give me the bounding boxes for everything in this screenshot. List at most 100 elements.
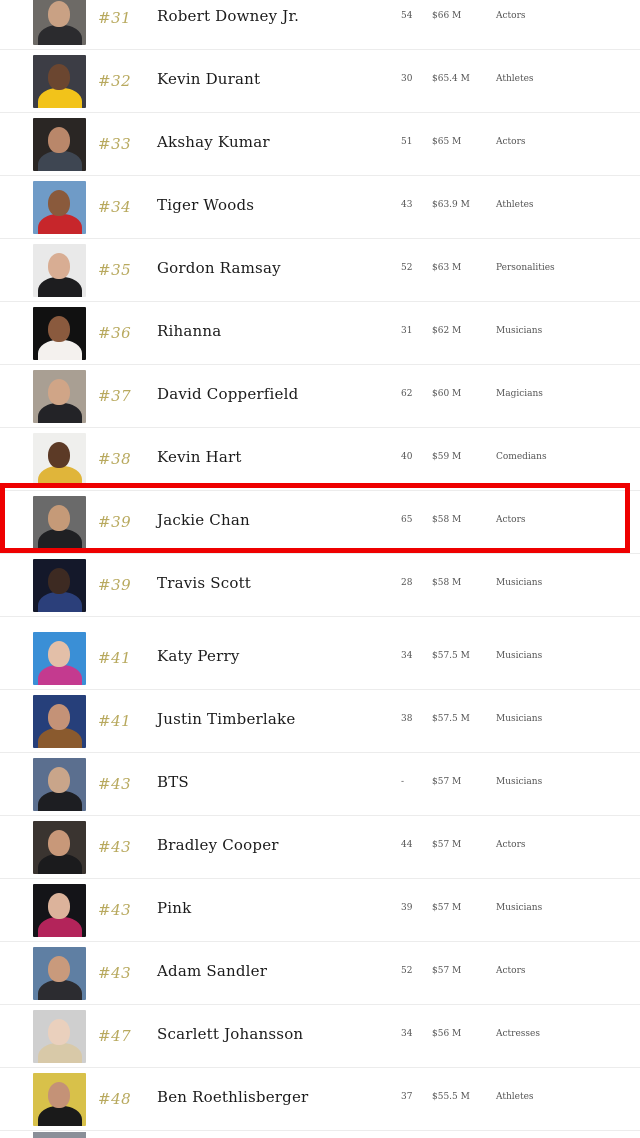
celebrity-photo[interactable] [33,758,86,811]
photo-face [48,893,70,919]
list-item[interactable]: #43 Adam Sandler 52 $57 M Actors [0,942,640,1005]
list-item[interactable]: #48 Ben Roethlisberger 37 $55.5 M Athletes [0,1068,640,1131]
celebrity-photo[interactable] [33,433,86,486]
category-label: Actors [496,137,526,147]
photo-body [38,151,82,171]
photo-face [48,1019,70,1045]
celebrity-name[interactable]: Ben Roethlisberger [157,1088,308,1106]
celebrity-name[interactable]: Kevin Hart [157,448,242,466]
rank-label: #47 [98,1027,132,1045]
earnings-value: $58 M [432,515,462,525]
celebrity-name[interactable]: Rihanna [157,322,221,340]
earnings-value: $60 M [432,389,462,399]
list-item[interactable]: #38 Kevin Hart 40 $59 M Comedians [0,428,640,491]
celebrity-photo[interactable] [33,947,86,1000]
list-item[interactable]: #33 Akshay Kumar 51 $65 M Actors [0,113,640,176]
photo-body [38,791,82,811]
photo-body [38,1106,82,1126]
celebrity-photo[interactable] [33,559,86,612]
celebrity-photo[interactable] [33,244,86,297]
age-value: 52 [401,966,413,976]
list-item[interactable]: #41 Katy Perry 34 $57.5 M Musicians [0,627,640,690]
celebrity-name[interactable]: BTS [157,773,189,791]
celebrity-name[interactable]: Travis Scott [157,574,251,592]
age-value: 37 [401,1092,413,1102]
photo-face [48,127,70,153]
earnings-value: $57.5 M [432,651,470,661]
photo-face [48,442,70,468]
earnings-value: $65 M [432,137,462,147]
celebrity-photo[interactable] [33,632,86,685]
celebrity-photo[interactable] [33,307,86,360]
celebrity-name[interactable]: Scarlett Johansson [157,1025,303,1043]
list-item[interactable]: #43 BTS - $57 M Musicians [0,753,640,816]
celebrity-name[interactable]: Jackie Chan [157,511,250,529]
earnings-value: $57 M [432,840,462,850]
age-value: - [401,777,405,787]
celebrity-name[interactable]: Adam Sandler [157,962,267,980]
celebrity-photo[interactable] [33,55,86,108]
photo-body [38,277,82,297]
rank-label: #37 [98,387,132,405]
celebrity-name[interactable]: Gordon Ramsay [157,259,281,277]
age-value: 65 [401,515,413,525]
earnings-value: $57 M [432,903,462,913]
category-label: Actresses [496,1029,540,1039]
list-item[interactable]: #43 Bradley Cooper 44 $57 M Actors [0,816,640,879]
photo-body [38,529,82,549]
rank-label: #39 [98,513,132,531]
list-item[interactable]: #39 Jackie Chan 65 $58 M Actors [0,491,640,554]
earnings-value: $57 M [432,777,462,787]
category-label: Musicians [496,903,543,913]
celebrity-photo[interactable] [33,821,86,874]
celebrity-photo[interactable] [33,884,86,937]
celebrity-name[interactable]: David Copperfield [157,385,298,403]
earnings-value: $59 M [432,452,462,462]
rank-label: #38 [98,450,132,468]
celebrity-name[interactable]: Tiger Woods [157,196,254,214]
rank-label: #35 [98,261,132,279]
earnings-value: $58 M [432,578,462,588]
celebrity-ranking-list: #31 Robert Downey Jr. 54 $66 M Actors #32 Kevi… [0,0,640,1131]
list-item[interactable]: #34 Tiger Woods 43 $63.9 M Athletes [0,176,640,239]
photo-body [38,403,82,423]
celebrity-photo[interactable] [33,1073,86,1126]
age-value: 31 [401,326,413,336]
celebrity-photo[interactable] [33,181,86,234]
celebrity-name[interactable]: Pink [157,899,191,917]
celebrity-photo[interactable] [33,1010,86,1063]
celebrity-name[interactable]: Kevin Durant [157,70,260,88]
list-item[interactable]: #43 Pink 39 $57 M Musicians [0,879,640,942]
photo-face [48,830,70,856]
category-label: Athletes [496,74,534,84]
list-item[interactable]: #31 Robert Downey Jr. 54 $66 M Actors [0,0,640,50]
celebrity-photo[interactable] [33,118,86,171]
age-value: 38 [401,714,413,724]
celebrity-name[interactable]: Akshay Kumar [157,133,270,151]
list-item[interactable]: #35 Gordon Ramsay 52 $63 M Personalities [0,239,640,302]
list-item[interactable]: #36 Rihanna 31 $62 M Musicians [0,302,640,365]
category-label: Athletes [496,200,534,210]
rank-label: #43 [98,775,132,793]
celebrity-photo[interactable] [33,0,86,45]
list-item[interactable]: #32 Kevin Durant 30 $65.4 M Athletes [0,50,640,113]
list-item[interactable]: #37 David Copperfield 62 $60 M Magicians [0,365,640,428]
list-item[interactable]: #41 Justin Timberlake 38 $57.5 M Musicians [0,690,640,753]
celebrity-photo[interactable] [33,695,86,748]
earnings-value: $65.4 M [432,74,470,84]
list-item[interactable]: #47 Scarlett Johansson 34 $56 M Actresses [0,1005,640,1068]
category-label: Musicians [496,651,543,661]
list-item[interactable]: #39 Travis Scott 28 $58 M Musicians [0,554,640,617]
rank-label: #41 [98,712,132,730]
category-label: Actors [496,11,526,21]
celebrity-photo[interactable] [33,370,86,423]
celebrity-name[interactable]: Katy Perry [157,647,240,665]
celebrity-photo[interactable] [33,496,86,549]
celebrity-name[interactable]: Robert Downey Jr. [157,7,299,25]
age-value: 39 [401,903,413,913]
photo-face [48,767,70,793]
photo-body [38,854,82,874]
celebrity-name[interactable]: Bradley Cooper [157,836,279,854]
rank-label: #36 [98,324,132,342]
celebrity-name[interactable]: Justin Timberlake [157,710,295,728]
